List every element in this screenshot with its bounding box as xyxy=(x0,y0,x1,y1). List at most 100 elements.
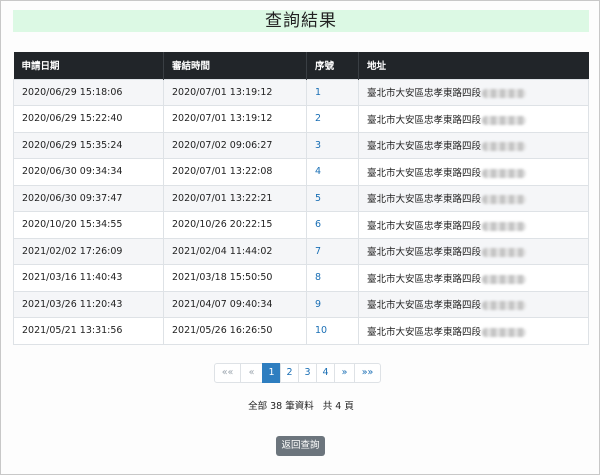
complete-time-cell: 2020/07/01 13:22:08 xyxy=(163,158,307,185)
redacted-address-blur xyxy=(482,89,527,99)
address-cell: 臺北市大安區忠孝東路四段 xyxy=(358,131,589,159)
redacted-address-blur xyxy=(482,327,527,337)
address-text: 臺北市大安區忠孝東路四段 xyxy=(367,247,482,259)
address-text: 臺北市大安區忠孝東路四段 xyxy=(367,326,482,338)
redacted-address-blur xyxy=(482,221,527,231)
page-title: 查詢結果 xyxy=(13,10,589,32)
serial-no-cell: 5 xyxy=(306,184,359,212)
result-summary: 全部 38 筆資料 共 4 頁 xyxy=(1,398,600,412)
address-cell: 臺北市大安區忠孝東路四段 xyxy=(358,184,589,212)
apply-date-cell: 2020/06/29 15:35:24 xyxy=(13,131,164,159)
address-text: 臺北市大安區忠孝東路四段 xyxy=(367,300,482,312)
serial-no-link[interactable]: 4 xyxy=(315,166,321,177)
first-page-button[interactable]: «« xyxy=(214,363,241,383)
header-address: 地址 xyxy=(358,52,589,79)
address-cell: 臺北市大安區忠孝東路四段 xyxy=(358,317,589,345)
apply-date-cell: 2021/03/26 11:20:43 xyxy=(13,290,164,318)
redacted-address-blur xyxy=(482,115,527,125)
serial-no-link[interactable]: 3 xyxy=(315,140,321,151)
results-table: 申請日期 審結時間 序號 地址 2020/06/29 15:18:06 2020/… xyxy=(13,52,589,345)
header-serial-no: 序號 xyxy=(306,52,359,79)
serial-no-cell: 1 xyxy=(306,78,359,106)
apply-date-cell: 2020/06/29 15:22:40 xyxy=(13,105,164,132)
address-cell: 臺北市大安區忠孝東路四段 xyxy=(358,290,589,318)
serial-no-link[interactable]: 9 xyxy=(315,299,321,310)
table-row: 2020/06/29 15:22:40 2020/07/01 13:19:12 2 臺… xyxy=(13,105,589,132)
complete-time-cell: 2021/04/07 09:40:34 xyxy=(163,290,307,318)
apply-date-cell: 2020/10/20 15:34:55 xyxy=(13,211,164,238)
header-complete-time: 審結時間 xyxy=(163,52,307,79)
redacted-address-blur xyxy=(482,274,527,284)
apply-date-cell: 2021/05/21 13:31:56 xyxy=(13,317,164,345)
apply-date-cell: 2021/02/02 17:26:09 xyxy=(13,237,164,265)
table-row: 2021/05/21 13:31:56 2021/05/26 16:26:50 10… xyxy=(13,317,589,345)
serial-no-cell: 6 xyxy=(306,211,359,238)
table-row: 2020/10/20 15:34:55 2020/10/26 20:22:15 6 臺… xyxy=(13,211,589,238)
complete-time-cell: 2020/07/01 13:19:12 xyxy=(163,105,307,132)
serial-no-link[interactable]: 1 xyxy=(315,87,321,98)
page-frame: 查詢結果 申請日期 審結時間 序號 地址 2020/06/29 15:18:06… xyxy=(0,0,600,475)
address-text: 臺北市大安區忠孝東路四段 xyxy=(367,194,482,206)
total-pages-text: 共 4 頁 xyxy=(322,401,354,412)
address-text: 臺北市大安區忠孝東路四段 xyxy=(367,88,482,100)
total-count-text: 全部 38 筆資料 xyxy=(248,401,314,412)
table-row: 2021/03/16 11:40:43 2021/03/18 15:50:50 8 臺… xyxy=(13,264,589,291)
redacted-address-blur xyxy=(482,168,527,178)
back-to-search-button[interactable]: 返回查詢 xyxy=(276,436,325,456)
complete-time-cell: 2021/02/04 11:44:02 xyxy=(163,237,307,265)
address-cell: 臺北市大安區忠孝東路四段 xyxy=(358,105,589,132)
redacted-address-blur xyxy=(482,248,527,258)
serial-no-link[interactable]: 7 xyxy=(315,246,321,257)
serial-no-cell: 3 xyxy=(306,131,359,159)
page-1-button[interactable]: 1 xyxy=(262,363,281,383)
serial-no-cell: 4 xyxy=(306,158,359,185)
serial-no-link[interactable]: 5 xyxy=(315,193,321,204)
table-row: 2021/02/02 17:26:09 2021/02/04 11:44:02 7 臺… xyxy=(13,237,589,265)
address-cell: 臺北市大安區忠孝東路四段 xyxy=(358,78,589,106)
address-text: 臺北市大安區忠孝東路四段 xyxy=(367,141,482,153)
header-apply-date: 申請日期 xyxy=(13,52,164,79)
apply-date-cell: 2020/06/30 09:37:47 xyxy=(13,184,164,212)
address-cell: 臺北市大安區忠孝東路四段 xyxy=(358,158,589,185)
complete-time-cell: 2020/10/26 20:22:15 xyxy=(163,211,307,238)
table-row: 2020/06/30 09:34:34 2020/07/01 13:22:08 4 臺… xyxy=(13,158,589,185)
table-row: 2020/06/29 15:35:24 2020/07/02 09:06:27 3 臺… xyxy=(13,131,589,159)
table-row: 2020/06/29 15:18:06 2020/07/01 13:19:12 1 臺… xyxy=(13,78,589,106)
table-header-row: 申請日期 審結時間 序號 地址 xyxy=(13,52,589,79)
serial-no-cell: 2 xyxy=(306,105,359,132)
serial-no-link[interactable]: 6 xyxy=(315,219,321,230)
last-page-button[interactable]: »» xyxy=(354,363,381,383)
next-page-button[interactable]: » xyxy=(334,363,355,383)
redacted-address-blur xyxy=(482,195,527,205)
apply-date-cell: 2020/06/29 15:18:06 xyxy=(13,78,164,106)
address-cell: 臺北市大安區忠孝東路四段 xyxy=(358,237,589,265)
address-text: 臺北市大安區忠孝東路四段 xyxy=(367,114,482,126)
serial-no-link[interactable]: 10 xyxy=(315,325,327,336)
serial-no-link[interactable]: 2 xyxy=(315,113,321,124)
address-cell: 臺北市大安區忠孝東路四段 xyxy=(358,211,589,238)
complete-time-cell: 2020/07/02 09:06:27 xyxy=(163,131,307,159)
address-text: 臺北市大安區忠孝東路四段 xyxy=(367,167,482,179)
serial-no-cell: 10 xyxy=(306,317,359,345)
serial-no-cell: 9 xyxy=(306,290,359,318)
complete-time-cell: 2020/07/01 13:19:12 xyxy=(163,78,307,106)
serial-no-cell: 8 xyxy=(306,264,359,291)
serial-no-link[interactable]: 8 xyxy=(315,272,321,283)
complete-time-cell: 2021/05/26 16:26:50 xyxy=(163,317,307,345)
redacted-address-blur xyxy=(482,301,527,311)
table-body: 2020/06/29 15:18:06 2020/07/01 13:19:12 1 臺… xyxy=(13,78,589,345)
page-4-button[interactable]: 4 xyxy=(316,363,335,383)
prev-page-button[interactable]: « xyxy=(240,363,263,383)
serial-no-cell: 7 xyxy=(306,237,359,265)
address-cell: 臺北市大安區忠孝東路四段 xyxy=(358,264,589,291)
complete-time-cell: 2020/07/01 13:22:21 xyxy=(163,184,307,212)
pagination: «« « 1 2 3 4 » »» xyxy=(214,363,381,383)
redacted-address-blur xyxy=(482,142,527,152)
table-row: 2021/03/26 11:20:43 2021/04/07 09:40:34 9 臺… xyxy=(13,290,589,318)
page-2-button[interactable]: 2 xyxy=(280,363,299,383)
address-text: 臺北市大安區忠孝東路四段 xyxy=(367,220,482,232)
page-3-button[interactable]: 3 xyxy=(298,363,317,383)
apply-date-cell: 2021/03/16 11:40:43 xyxy=(13,264,164,291)
complete-time-cell: 2021/03/18 15:50:50 xyxy=(163,264,307,291)
address-text: 臺北市大安區忠孝東路四段 xyxy=(367,273,482,285)
